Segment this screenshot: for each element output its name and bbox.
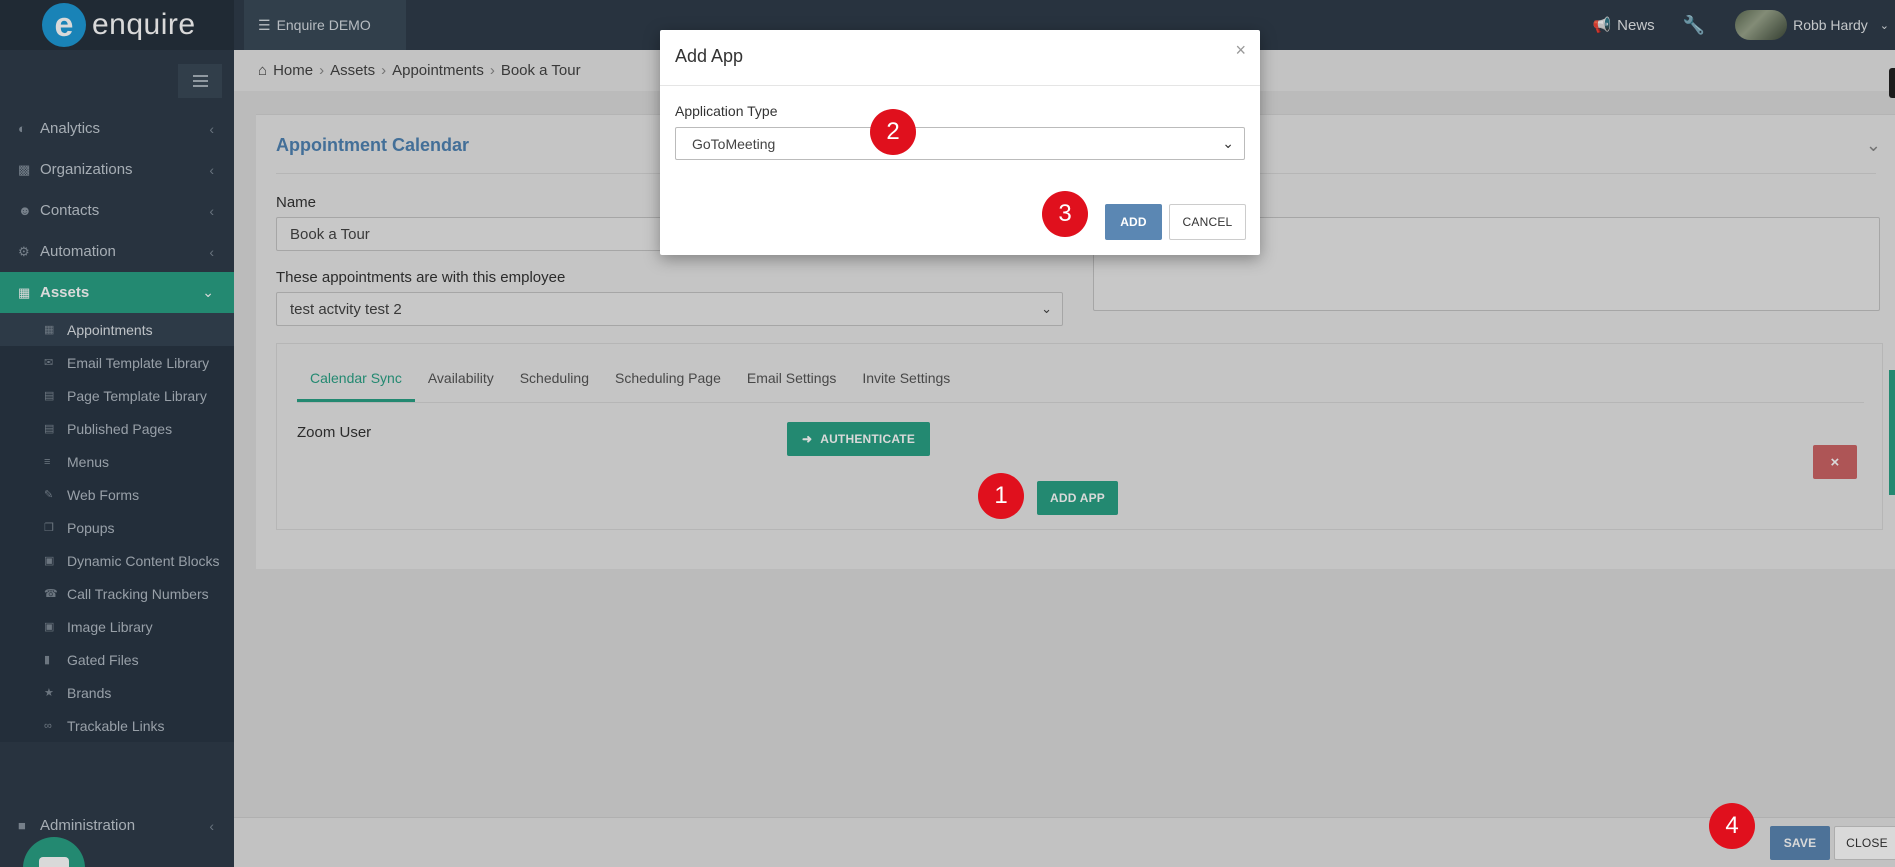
step-marker-2: 2 — [870, 109, 916, 155]
step-marker-1: 1 — [978, 473, 1024, 519]
dialog-title: Add App — [675, 46, 744, 66]
add-button[interactable]: ADD — [1105, 204, 1162, 240]
cancel-button[interactable]: CANCEL — [1169, 204, 1246, 240]
close-icon[interactable]: × — [1235, 40, 1246, 61]
divider — [660, 85, 1260, 86]
step-marker-3: 3 — [1042, 191, 1088, 237]
application-type-select[interactable]: GoToMeeting ⌄ — [675, 127, 1245, 160]
application-type-label: Application Type — [675, 103, 778, 119]
step-marker-4: 4 — [1709, 803, 1755, 849]
chevron-down-icon: ⌄ — [1222, 135, 1234, 151]
application-type-value: GoToMeeting — [692, 135, 776, 152]
add-app-dialog: Add App × Application Type GoToMeeting ⌄… — [660, 30, 1260, 255]
